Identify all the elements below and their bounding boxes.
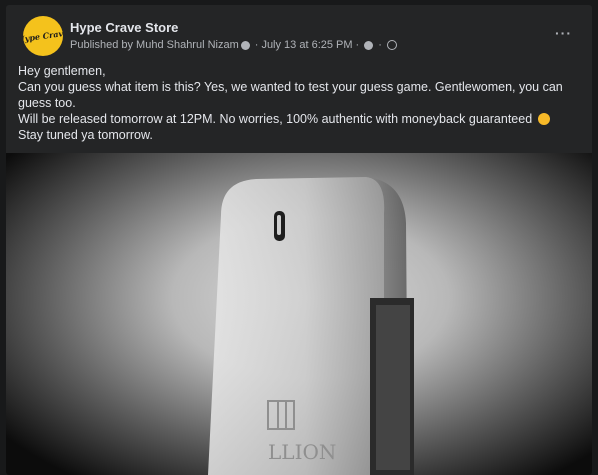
post-card: Hype Crave Hype Crave Store Published by… <box>6 5 592 475</box>
page-avatar[interactable]: Hype Crave <box>23 16 63 56</box>
post-text-line: Stay tuned ya tomorrow. <box>18 128 153 142</box>
more-options-button[interactable]: ··· <box>555 25 572 41</box>
post-photo[interactable]: LLION <box>6 153 592 475</box>
perfume-bottle-illustration: LLION <box>208 177 414 475</box>
bottle-label-plate <box>370 298 414 475</box>
post-text-line: Will be released tomorrow at 12PM. No wo… <box>18 111 584 127</box>
published-by-link[interactable]: Published by Muhd Shahrul Nizam <box>70 39 239 51</box>
post-meta: Published by Muhd Shahrul Nizam · July 1… <box>70 39 397 51</box>
page-name-link[interactable]: Hype Crave Store <box>70 20 178 35</box>
globe-icon <box>386 40 397 50</box>
post-body: Hey gentlemen, Can you guess what item i… <box>18 63 584 143</box>
post-text-line: Hey gentlemen, <box>18 64 106 78</box>
smile-emoji-icon <box>537 113 550 125</box>
meta-separator: · <box>378 39 382 51</box>
post-header: Hype Crave Hype Crave Store Published by… <box>6 5 592 56</box>
info-icon[interactable] <box>240 40 250 50</box>
post-date-link[interactable]: July 13 at 6:25 PM <box>261 39 352 51</box>
meta-separator: · <box>355 39 360 51</box>
settings-icon[interactable] <box>364 40 374 50</box>
post-text-line: Can you guess what item is this? Yes, we… <box>18 80 563 110</box>
post-text-line-content: Will be released tomorrow at 12PM. No wo… <box>18 112 533 126</box>
bottle-engraved-text: LLION <box>268 440 336 464</box>
avatar-logo-text: Hype Crave <box>23 27 63 45</box>
bottle-notch <box>274 211 285 241</box>
meta-separator: · <box>254 39 259 51</box>
